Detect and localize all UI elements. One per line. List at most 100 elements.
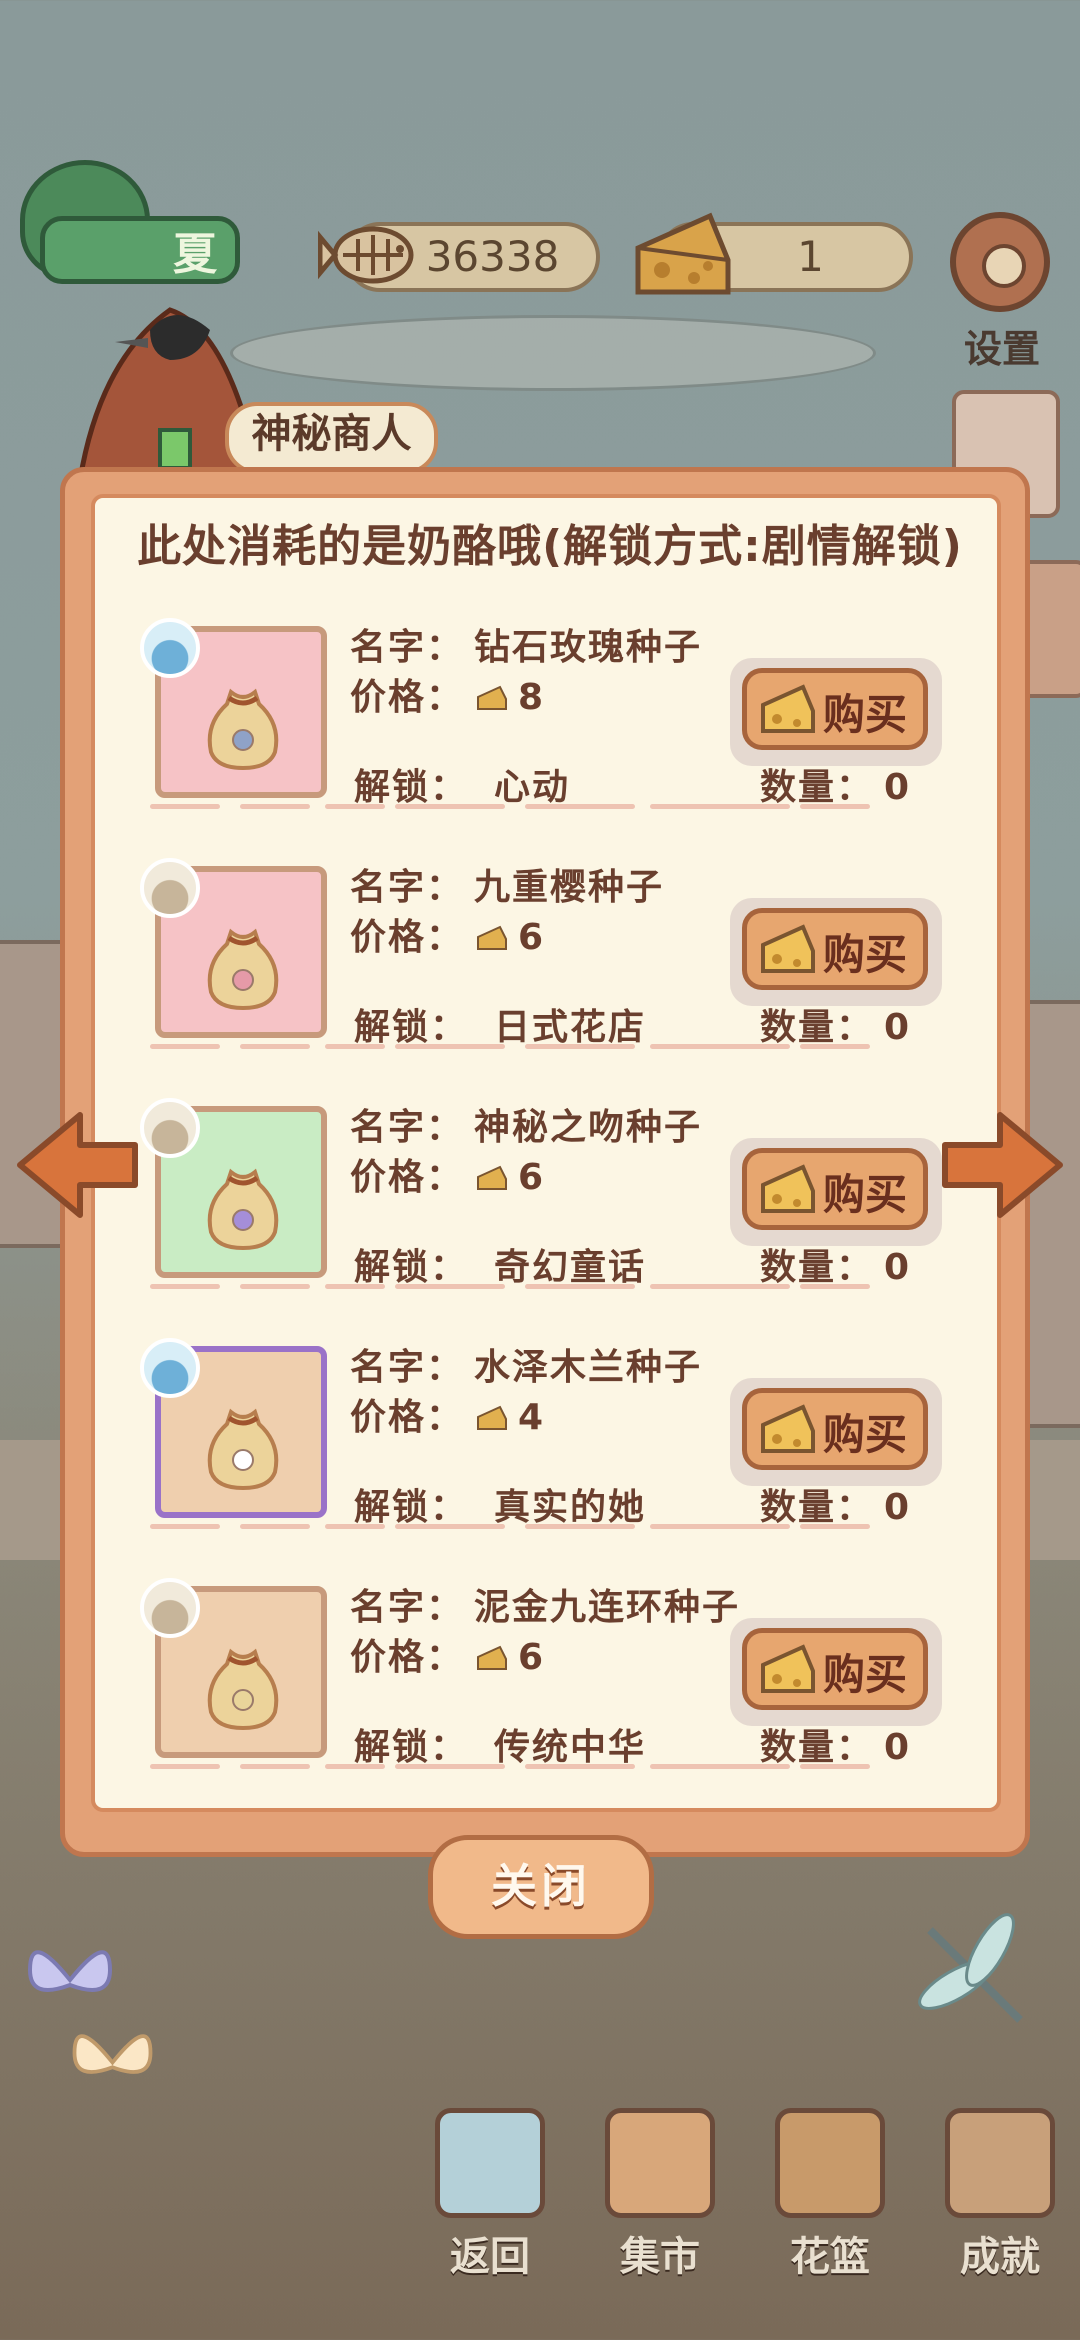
flower-basket-icon	[775, 2108, 885, 2218]
season-badge[interactable]: 夏	[10, 160, 240, 300]
unlock-label: 解锁：	[354, 767, 469, 808]
cheese-icon	[477, 1165, 508, 1190]
butterfly-icon[interactable]	[65, 2015, 160, 2110]
name-row: 名字： 钻石玫瑰种子	[350, 618, 702, 670]
quantity-label: 数量：	[760, 1247, 875, 1288]
cheese-icon	[635, 212, 731, 295]
market-stall-icon	[605, 2108, 715, 2218]
settings-gear-icon[interactable]	[950, 212, 1050, 312]
unlock-row: 解锁： 真实的她	[354, 1478, 646, 1530]
buy-button-face: 购买	[742, 668, 928, 750]
buy-label: 购买	[823, 1170, 908, 1219]
seed-price: 6	[518, 1637, 546, 1678]
name-label: 名字：	[350, 1347, 465, 1388]
close-button[interactable]: 关闭	[428, 1835, 654, 1939]
nav-achievements-label: 成就	[960, 2234, 1040, 2280]
seed-name: 九重樱种子	[474, 867, 665, 908]
price-row: 价格： 6	[350, 1148, 545, 1200]
water-drop-icon	[140, 618, 200, 678]
nav-market[interactable]: 集市	[600, 2108, 720, 2282]
buy-label: 购买	[823, 930, 908, 979]
unlock-row: 解锁： 日式花店	[354, 998, 646, 1050]
price-label: 价格：	[350, 1157, 465, 1198]
speech-cloud	[230, 315, 876, 391]
seed-bag-icon	[207, 1648, 279, 1730]
nav-flower-basket[interactable]: 花篮	[770, 2108, 890, 2282]
seed-quantity: 0	[884, 1247, 912, 1288]
buy-button-face: 购买	[742, 1628, 928, 1710]
unlock-label: 解锁：	[354, 1727, 469, 1768]
cheese-icon	[761, 1404, 815, 1453]
unlock-row: 解锁： 传统中华	[354, 1718, 646, 1770]
cheese-icon	[761, 684, 815, 733]
seed-quantity: 0	[884, 1727, 912, 1768]
seed-name: 钻石玫瑰种子	[474, 627, 703, 668]
seed-price: 6	[518, 1157, 546, 1198]
seed-item: 名字： 钻石玫瑰种子 价格： 8 解锁： 心动 数量： 0 购买	[90, 618, 960, 818]
buy-button[interactable]: 购买	[730, 1378, 942, 1486]
unlock-condition: 心动	[494, 767, 571, 808]
cheese-icon	[761, 1644, 815, 1693]
previous-page-arrow-icon[interactable]	[10, 1110, 140, 1220]
cheese-icon	[477, 1645, 508, 1670]
nav-back-label: 返回	[450, 2234, 530, 2280]
seed-name: 神秘之吻种子	[474, 1107, 703, 1148]
fish-bone-icon	[318, 226, 414, 284]
unlock-condition: 奇幻童话	[494, 1247, 647, 1288]
dragonfly-icon[interactable]	[910, 1910, 1040, 2040]
name-row: 名字： 神秘之吻种子	[350, 1098, 702, 1150]
merchant-name: 神秘商人	[225, 402, 438, 474]
seed-quantity: 0	[884, 1487, 912, 1528]
row-underline	[150, 1524, 950, 1530]
buy-button[interactable]: 购买	[730, 658, 942, 766]
price-label: 价格：	[350, 1397, 465, 1438]
seed-bag-icon	[207, 928, 279, 1010]
row-underline	[150, 804, 950, 810]
price-label: 价格：	[350, 917, 465, 958]
seed-name: 泥金九连环种子	[474, 1587, 741, 1628]
quantity-label: 数量：	[760, 1727, 875, 1768]
price-label: 价格：	[350, 677, 465, 718]
unlock-row: 解锁： 奇幻童话	[354, 1238, 646, 1290]
cheese-icon	[477, 925, 508, 950]
seed-bag-icon	[207, 1408, 279, 1490]
nav-back[interactable]: 返回	[430, 2108, 550, 2282]
season-label: 夏	[40, 216, 240, 284]
trophy-icon	[945, 2108, 1055, 2218]
cheese-icon	[477, 1405, 508, 1430]
buy-button[interactable]: 购买	[730, 898, 942, 1006]
soil-mound-icon	[140, 1098, 200, 1158]
seed-quantity: 0	[884, 1007, 912, 1048]
buy-label: 购买	[823, 1650, 908, 1699]
buy-button-face: 购买	[742, 1388, 928, 1470]
name-row: 名字： 九重樱种子	[350, 858, 664, 910]
row-underline	[150, 1044, 950, 1050]
seed-price: 6	[518, 917, 546, 958]
panel-header: 此处消耗的是奶酪哦(解锁方式:剧情解锁)	[137, 521, 963, 572]
price-row: 价格： 6	[350, 908, 545, 960]
unlock-label: 解锁：	[354, 1247, 469, 1288]
price-row: 价格： 8	[350, 668, 545, 720]
unlock-label: 解锁：	[354, 1487, 469, 1528]
name-label: 名字：	[350, 627, 465, 668]
price-row: 价格： 4	[350, 1388, 545, 1440]
nav-achievements[interactable]: 成就	[940, 2108, 1060, 2282]
unlock-condition: 传统中华	[494, 1727, 647, 1768]
row-underline	[150, 1284, 950, 1290]
seed-quantity: 0	[884, 767, 912, 808]
settings-label: 设置	[963, 327, 1040, 371]
buy-label: 购买	[823, 1410, 908, 1459]
seed-bag-icon	[207, 1168, 279, 1250]
nav-market-label: 集市	[620, 2234, 700, 2280]
buy-button[interactable]: 购买	[730, 1618, 942, 1726]
cheese-icon	[477, 685, 508, 710]
next-page-arrow-icon[interactable]	[940, 1110, 1070, 1220]
unlock-condition: 真实的她	[494, 1487, 647, 1528]
unlock-row: 解锁： 心动	[354, 758, 570, 810]
quantity-label: 数量：	[760, 767, 875, 808]
seed-item: 名字： 神秘之吻种子 价格： 6 解锁： 奇幻童话 数量： 0 购买	[90, 1098, 960, 1298]
quantity-label: 数量：	[760, 1007, 875, 1048]
buy-label: 购买	[823, 690, 908, 739]
buy-button[interactable]: 购买	[730, 1138, 942, 1246]
cheese-count: 1	[797, 232, 824, 281]
